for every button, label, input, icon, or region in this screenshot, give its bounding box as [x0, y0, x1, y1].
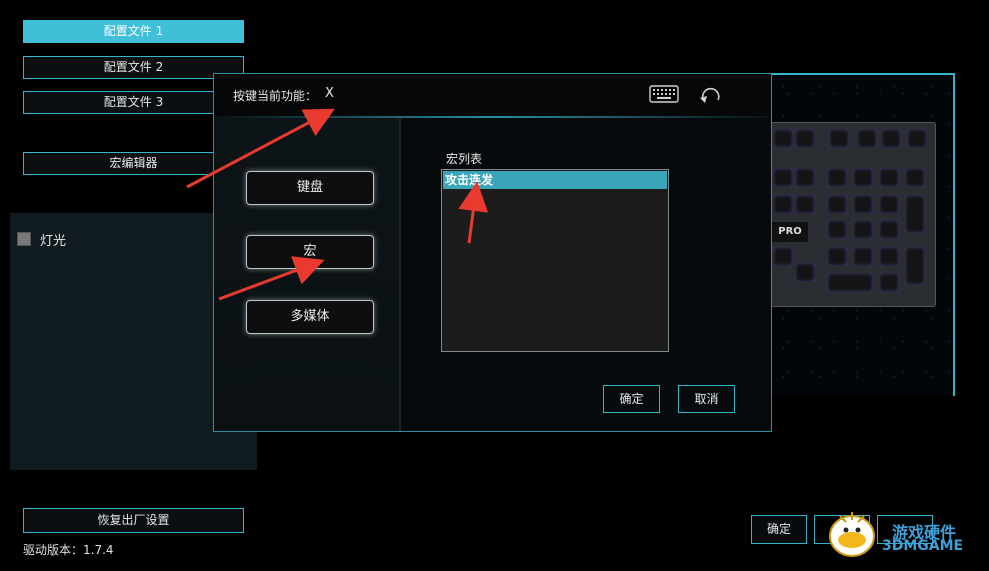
arrow-to-title: [186, 108, 335, 189]
annotation-arrows: [186, 108, 489, 301]
arrow-to-macro-item: [458, 181, 489, 244]
arrow-to-macro-button: [218, 256, 325, 301]
